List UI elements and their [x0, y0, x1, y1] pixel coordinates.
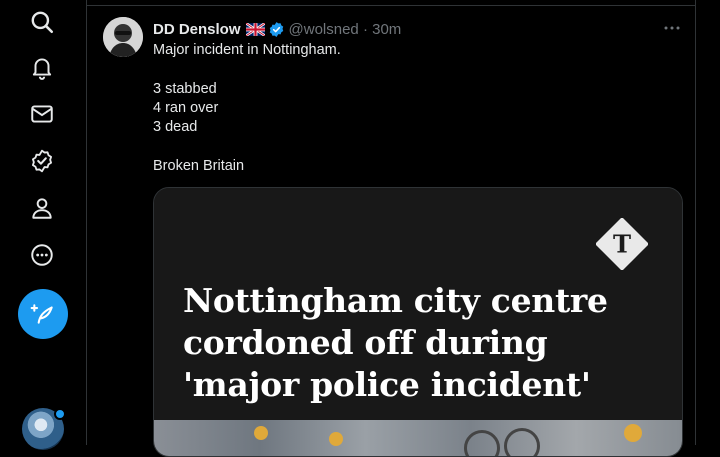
photo-detail [624, 424, 642, 442]
nav-verified[interactable] [20, 139, 64, 183]
notification-dot [54, 408, 66, 420]
verified-badge-icon [31, 149, 53, 173]
nav-more[interactable] [20, 233, 64, 277]
photo-detail [504, 428, 540, 456]
verified-icon[interactable] [268, 21, 285, 38]
card-photo [154, 420, 682, 456]
mail-icon [31, 105, 53, 123]
nav-explore[interactable] [20, 0, 64, 44]
svg-text:T: T [613, 230, 631, 259]
nav-notifications[interactable] [20, 45, 64, 89]
bell-icon [32, 58, 52, 80]
tweet-header: DD Denslow @wolsned · 30m [153, 19, 401, 39]
tweet-line: Major incident in Nottingham. [153, 42, 341, 58]
search-icon [31, 11, 54, 34]
tweet-line [153, 137, 673, 156]
compose-post-button[interactable] [18, 289, 68, 339]
author-avatar[interactable] [103, 17, 143, 57]
nav-profile[interactable] [20, 186, 64, 230]
nav-messages[interactable] [20, 92, 64, 136]
uk-flag-icon [245, 22, 265, 36]
more-circle-icon [31, 244, 53, 266]
feather-plus-icon [30, 304, 53, 324]
photo-detail [464, 430, 500, 456]
photo-detail [254, 426, 268, 440]
link-card[interactable]: T Nottingham city centre cordoned off du… [153, 187, 683, 457]
author-name[interactable]: DD Denslow [153, 21, 241, 38]
left-nav [0, 0, 86, 450]
card-headline: Nottingham city centre cordoned off duri… [183, 281, 608, 404]
avatar-image [103, 17, 143, 57]
telegraph-logo-icon: T [596, 218, 648, 270]
tweet-line: 3 stabbed [153, 80, 217, 97]
tweet-line: 3 dead [153, 119, 198, 136]
tweet-line: Broken Britain [153, 157, 245, 174]
profile-icon [32, 198, 52, 219]
photo-detail [329, 432, 343, 446]
divider [87, 5, 695, 6]
tweet-line [153, 60, 673, 79]
tweet-text: Major incident in Nottingham. 3 stabbed … [153, 41, 673, 176]
timeline-column: DD Denslow @wolsned · 30m Major incident… [86, 0, 696, 457]
scrollbar[interactable] [702, 0, 720, 445]
tweet-line: 4 ran over [153, 99, 219, 116]
more-options-icon[interactable] [661, 18, 683, 38]
handle-and-time[interactable]: @wolsned · 30m [289, 21, 402, 38]
